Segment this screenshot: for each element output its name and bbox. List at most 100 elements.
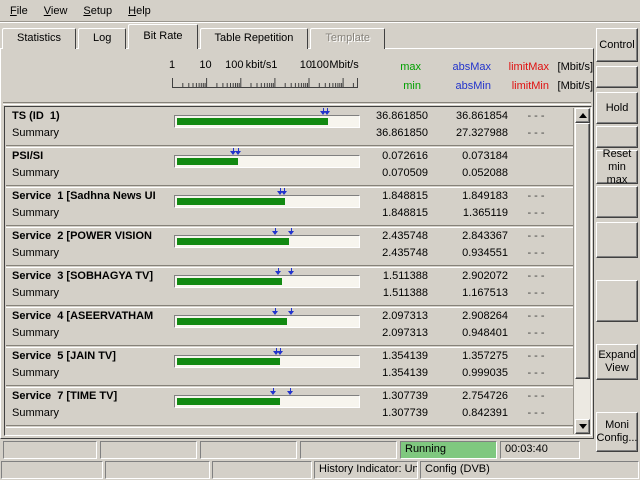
cell-blank-3 — [200, 441, 297, 459]
absmax-value: 1.849183 — [462, 190, 508, 202]
bitrate-bar-fill — [177, 118, 328, 125]
softkey-blank[interactable] — [596, 126, 638, 148]
abs-max-marker-icon — [324, 108, 331, 115]
softkey-blank[interactable] — [596, 66, 638, 88]
softkey-expand-view[interactable]: Expand View — [596, 344, 638, 380]
bitrate-analyzer-window: File View Setup Help Statistics Log Bit Rate T… — [0, 0, 640, 480]
bitrate-bar-track — [174, 315, 360, 328]
bitrate-row[interactable]: Service 3 [SOBHAGYA TV] Summary 1.511388… — [6, 268, 575, 305]
row-title: Service 5 [JAIN TV] — [12, 350, 116, 362]
limitmax-value: - - - — [527, 230, 545, 242]
bitrate-row[interactable]: Service 2 [POWER VISION Summary 2.435748… — [6, 228, 575, 265]
menu-help[interactable]: Help — [125, 4, 154, 18]
absmin-value: 1.167513 — [462, 287, 508, 299]
row-title: Service 1 [Sadhna News UI — [12, 190, 156, 202]
absmin-value: 1.365119 — [462, 207, 508, 219]
limitmin-value: - - - — [527, 367, 545, 379]
scale-tick-label: Mbit/s — [329, 59, 359, 71]
limitmin-value: - - - — [527, 327, 545, 339]
statusbar-blank-2 — [105, 461, 210, 479]
min-value: 2.435748 — [382, 247, 428, 259]
max-value: 0.072616 — [382, 150, 428, 162]
min-value: 1.511388 — [382, 287, 428, 299]
row-subtitle: Summary — [12, 167, 60, 179]
limitmin-value: - - - — [527, 127, 545, 139]
bitrate-row[interactable]: Service 5 [JAIN TV] Summary 1.354139 1.3… — [6, 348, 575, 385]
softkey-blank[interactable] — [596, 186, 638, 218]
softkey-hold[interactable]: Hold — [596, 92, 638, 124]
column-header-unit-min: [Mbit/s] — [557, 80, 593, 92]
bitrate-bar-track — [174, 195, 360, 208]
limitmin-value: - - - — [527, 407, 545, 419]
scrollbar-thumb[interactable] — [575, 123, 590, 379]
bitrate-scale-labels: 1 10 100 kbit/s 1 10 100 Mbit/s — [168, 59, 372, 72]
history-indicator: History Indicator: Unlimited — [314, 461, 418, 479]
softkey-control[interactable]: Control — [596, 28, 638, 62]
softkey-blank[interactable] — [596, 222, 638, 258]
column-header-limitmin: limitMin — [511, 80, 549, 92]
max-value: 36.861850 — [376, 110, 428, 122]
limitmax-value: - - - — [527, 110, 545, 122]
softkey-blank[interactable] — [596, 280, 638, 322]
bitrate-row[interactable]: Service 4 [ASEERVATHAM Summary 2.097313 … — [6, 308, 575, 345]
bitrate-bar-track — [174, 155, 360, 168]
scale-tick-label: 1 — [271, 59, 278, 71]
scroll-down-button[interactable] — [575, 419, 590, 434]
absmin-value: 0.999035 — [462, 367, 508, 379]
statusbar-blank-3 — [212, 461, 312, 479]
run-state-indicator: Running — [400, 441, 497, 459]
tab-statistics[interactable]: Statistics — [2, 28, 77, 49]
min-value: 1.307739 — [382, 407, 428, 419]
menu-view[interactable]: View — [41, 4, 71, 18]
bitrate-row[interactable]: Service 1 [Sadhna News UI Summary 1.8488… — [6, 188, 575, 225]
tab-table-repetition[interactable]: Table Repetition — [199, 28, 309, 49]
scale-tick-label: kbit/s — [245, 59, 272, 71]
vertical-scrollbar[interactable] — [573, 108, 590, 434]
bitrate-log-scale-ruler — [172, 74, 360, 91]
scroll-up-button[interactable] — [575, 108, 590, 123]
bitrate-bar-fill — [177, 318, 287, 325]
abs-min-marker-icon — [275, 268, 282, 275]
scale-tick-label: 1 — [168, 59, 176, 71]
max-value: 1.354139 — [382, 350, 428, 362]
tab-log[interactable]: Log — [78, 28, 127, 49]
limitmax-value: - - - — [527, 350, 545, 362]
limitmin-value: - - - — [527, 287, 545, 299]
limitmax-value: - - - — [527, 190, 545, 202]
bitrate-bar-track — [174, 395, 360, 408]
tab-bit-rate[interactable]: Bit Rate — [128, 24, 198, 49]
bitrate-rows: TS (ID 1) Summary 36.861850 36.861854 - … — [6, 108, 575, 434]
absmin-value: 0.842391 — [462, 407, 508, 419]
max-value: 2.435748 — [382, 230, 428, 242]
softkey-reset-min-max[interactable]: Reset min max — [596, 148, 638, 186]
abs-max-marker-icon — [288, 308, 295, 315]
column-header-min: min — [403, 80, 421, 92]
abs-max-marker-icon — [287, 388, 294, 395]
column-header-limitmax: limitMax — [508, 61, 549, 73]
limitmin-value: - - - — [527, 207, 545, 219]
bitrate-bar-fill — [177, 398, 280, 405]
absmax-value: 2.754726 — [462, 390, 508, 402]
menu-setup[interactable]: Setup — [80, 4, 115, 18]
bitrate-row[interactable]: TS (ID 1) Summary 36.861850 36.861854 - … — [6, 108, 575, 145]
elapsed-time: 00:03:40 — [500, 441, 580, 459]
cell-blank-4 — [300, 441, 397, 459]
max-value: 1.848815 — [382, 190, 428, 202]
limitmin-value: - - - — [527, 247, 545, 259]
bitrate-row[interactable]: Service 7 [TIME TV] Summary 1.307739 2.7… — [6, 388, 575, 425]
absmin-value: 0.948401 — [462, 327, 508, 339]
menu-file[interactable]: File — [7, 4, 31, 18]
row-subtitle: Summary — [12, 407, 60, 419]
min-value: 1.848815 — [382, 207, 428, 219]
row-title: TS (ID 1) — [12, 110, 60, 122]
absmax-value: 36.861854 — [456, 110, 508, 122]
absmin-value: 27.327988 — [456, 127, 508, 139]
bitrate-row[interactable]: PSI/SI Summary 0.072616 0.073184 0.07050… — [6, 148, 575, 185]
row-title: PSI/SI — [12, 150, 44, 162]
menu-bar: File View Setup Help — [0, 0, 640, 22]
column-header-absmin: absMin — [455, 80, 491, 92]
bitrate-bar-fill — [177, 278, 282, 285]
absmin-value: 0.052088 — [462, 167, 508, 179]
softkey-moni-config[interactable]: Moni Config... — [596, 412, 638, 452]
row-title: Service 3 [SOBHAGYA TV] — [12, 270, 154, 282]
